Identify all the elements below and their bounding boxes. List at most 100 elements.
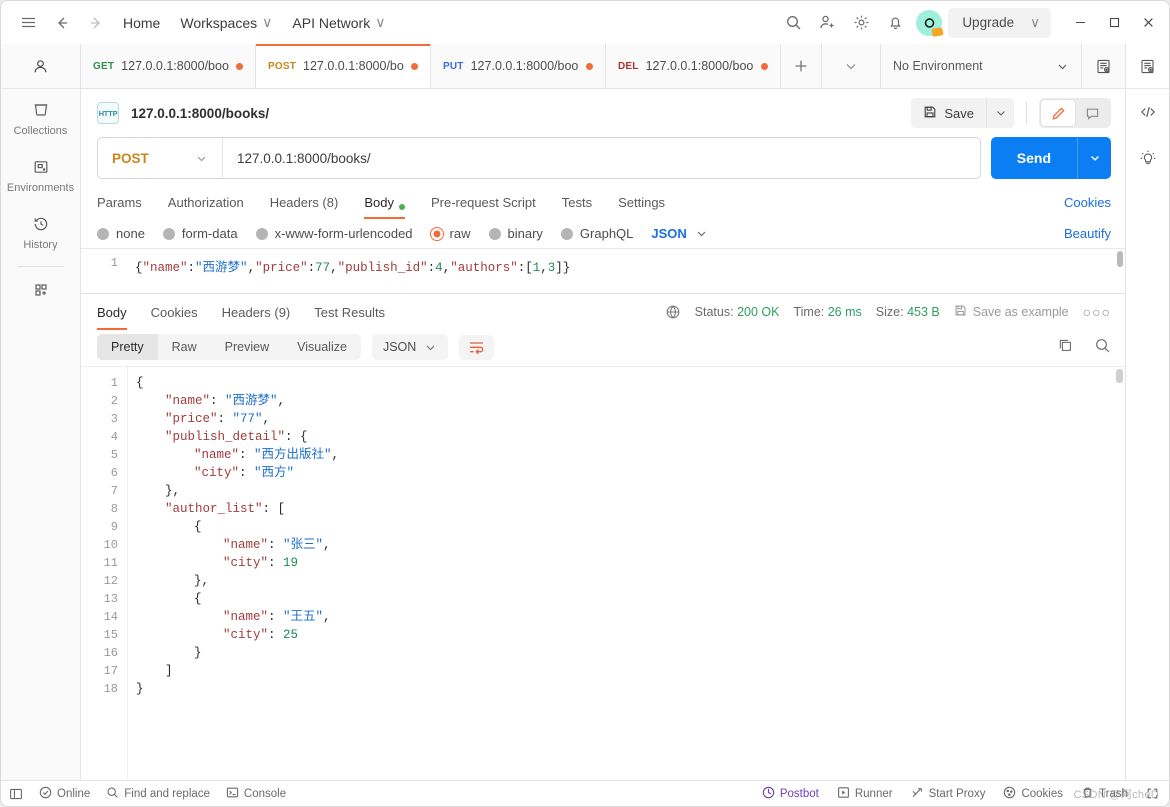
request-body-editor[interactable]: 1 {"name":"西游梦","price":77,"publish_id":…	[81, 248, 1125, 294]
view-visualize[interactable]: Visualize	[283, 334, 361, 360]
response-tab-body[interactable]: Body	[97, 294, 127, 330]
tab-params[interactable]: Params	[97, 185, 142, 219]
body-type-urlencoded[interactable]: x-www-form-urlencoded	[255, 226, 413, 241]
start-proxy-button[interactable]: Start Proxy	[911, 786, 986, 802]
cookies-button[interactable]: Cookies	[1003, 786, 1063, 802]
send-button[interactable]: Send	[991, 137, 1077, 179]
code-line: "publish_detail": {	[136, 428, 1125, 446]
tab-headers[interactable]: Headers (8)	[270, 185, 339, 219]
window-maximize-button[interactable]	[1097, 6, 1131, 40]
request-tab-del[interactable]: DEL 127.0.0.1:8000/books/7	[606, 44, 781, 88]
response-body-code[interactable]: {"name": "西游梦", "price": "77", "publish_de…	[127, 367, 1125, 780]
sidebar-user-icon[interactable]	[1, 44, 80, 89]
tab-pre-request-script[interactable]: Pre-request Script	[431, 185, 536, 219]
view-raw[interactable]: Raw	[158, 334, 211, 360]
online-status[interactable]: Online	[39, 786, 90, 802]
tab-method: GET	[93, 60, 115, 72]
title-bar-actions: Upgrade ∨	[776, 6, 1169, 40]
request-tab-get[interactable]: GET 127.0.0.1:8000/books/	[81, 44, 256, 88]
request-tab-post[interactable]: POST 127.0.0.1:8000/books/	[256, 44, 431, 88]
search-icon[interactable]	[1094, 337, 1111, 357]
nav-api-network[interactable]: API Network ∨	[282, 8, 395, 38]
request-header-actions: Save	[911, 98, 1111, 128]
save-as-example-button[interactable]: Save as example	[954, 304, 1069, 320]
upgrade-button[interactable]: Upgrade ∨	[948, 7, 1051, 38]
sidebar-item-environments[interactable]: Environments	[1, 146, 80, 203]
console-button[interactable]: Console	[226, 786, 286, 802]
body-type-raw[interactable]: raw	[430, 226, 471, 241]
tab-settings[interactable]: Settings	[618, 185, 665, 219]
arrow-left-icon[interactable]	[45, 6, 79, 40]
body-type-none[interactable]: none	[97, 226, 145, 241]
tab-tests[interactable]: Tests	[562, 185, 592, 219]
send-options-button[interactable]	[1077, 137, 1111, 179]
response-tab-cookies[interactable]: Cookies	[151, 294, 198, 330]
bell-icon[interactable]	[878, 6, 912, 40]
tab-authorization[interactable]: Authorization	[168, 185, 244, 219]
save-button[interactable]: Save	[911, 98, 986, 128]
sidebar-toggle-icon[interactable]	[9, 787, 23, 801]
copy-icon[interactable]	[1057, 337, 1074, 357]
start-proxy-label: Start Proxy	[928, 787, 986, 800]
line-number: 6	[110, 466, 118, 480]
request-body-code[interactable]: {"name":"西游梦","price":77,"publish_id":4,…	[127, 249, 1125, 293]
find-and-replace-button[interactable]: Find and replace	[106, 786, 210, 802]
code-token: }	[136, 682, 144, 696]
method-select[interactable]: POST	[98, 138, 223, 178]
invite-user-icon[interactable]	[810, 6, 844, 40]
view-pretty[interactable]: Pretty	[97, 334, 158, 360]
cookies-link[interactable]: Cookies	[1064, 195, 1111, 210]
runner-button[interactable]: Runner	[837, 786, 893, 802]
expand-icon[interactable]	[1146, 787, 1159, 800]
sidebar-new-button[interactable]	[1, 269, 80, 309]
response-tab-test-results[interactable]: Test Results	[314, 294, 385, 330]
request-tab-put[interactable]: PUT 127.0.0.1:8000/book/13	[431, 44, 606, 88]
window-minimize-button[interactable]	[1063, 6, 1097, 40]
tab-body[interactable]: Body	[364, 185, 405, 219]
search-icon[interactable]	[776, 6, 810, 40]
body-type-form-data[interactable]: form-data	[162, 226, 238, 241]
environment-quick-look-icon[interactable]	[1081, 44, 1125, 88]
body-type-binary[interactable]: binary	[488, 226, 543, 241]
sidebar-item-collections[interactable]: Collections	[1, 89, 80, 146]
code-snippet-icon[interactable]	[1126, 89, 1169, 135]
sidebar-item-label: Environments	[6, 182, 75, 194]
new-tab-button[interactable]	[781, 44, 822, 88]
response-tab-headers[interactable]: Headers (9)	[222, 294, 291, 330]
editor-scrollbar[interactable]	[1117, 251, 1123, 267]
arrow-right-icon[interactable]	[79, 6, 113, 40]
window-close-button[interactable]	[1131, 6, 1165, 40]
lightbulb-info-icon[interactable]	[1126, 135, 1169, 181]
request-title: 127.0.0.1:8000/books/	[131, 105, 270, 121]
trash-button[interactable]: Trash	[1081, 786, 1128, 802]
body-type-label: GraphQL	[579, 226, 634, 241]
globe-icon[interactable]	[665, 304, 681, 320]
environment-quick-look-icon[interactable]	[1126, 44, 1169, 89]
beautify-link[interactable]: Beautify	[1064, 226, 1111, 241]
save-options-button[interactable]	[986, 98, 1014, 128]
menu-icon[interactable]	[11, 6, 45, 40]
code-line: "name": "西游梦",	[136, 392, 1125, 410]
time-value: 26 ms	[827, 305, 862, 319]
sidebar-item-history[interactable]: History	[1, 203, 80, 260]
gear-icon[interactable]	[844, 6, 878, 40]
response-body-viewer[interactable]: 1 2 3 4 5 6 7 8 9 10 11 12 13 14 15 16 17 18 {"name": "西游…	[81, 366, 1125, 780]
postbot-button[interactable]: Postbot	[762, 786, 819, 802]
url-input[interactable]: 127.0.0.1:8000/books/	[223, 151, 980, 166]
body-type-graphql[interactable]: GraphQL	[560, 226, 634, 241]
radio-icon	[255, 227, 268, 240]
word-wrap-icon[interactable]	[459, 334, 495, 360]
body-format-select[interactable]: JSON	[651, 226, 707, 241]
comment-icon[interactable]	[1075, 100, 1109, 126]
response-scrollbar[interactable]	[1116, 369, 1123, 383]
avatar[interactable]	[916, 9, 944, 37]
nav-workspaces[interactable]: Workspaces ∨	[170, 8, 282, 38]
response-format-select[interactable]: JSON	[371, 334, 449, 360]
response-more-icon[interactable]: ○○○	[1083, 304, 1111, 320]
view-preview[interactable]: Preview	[211, 334, 283, 360]
code-token: },	[194, 574, 210, 588]
tab-list-button[interactable]	[822, 44, 880, 88]
environment-select[interactable]: No Environment	[881, 59, 1081, 73]
pencil-icon[interactable]	[1041, 100, 1075, 126]
nav-home[interactable]: Home	[113, 8, 170, 38]
